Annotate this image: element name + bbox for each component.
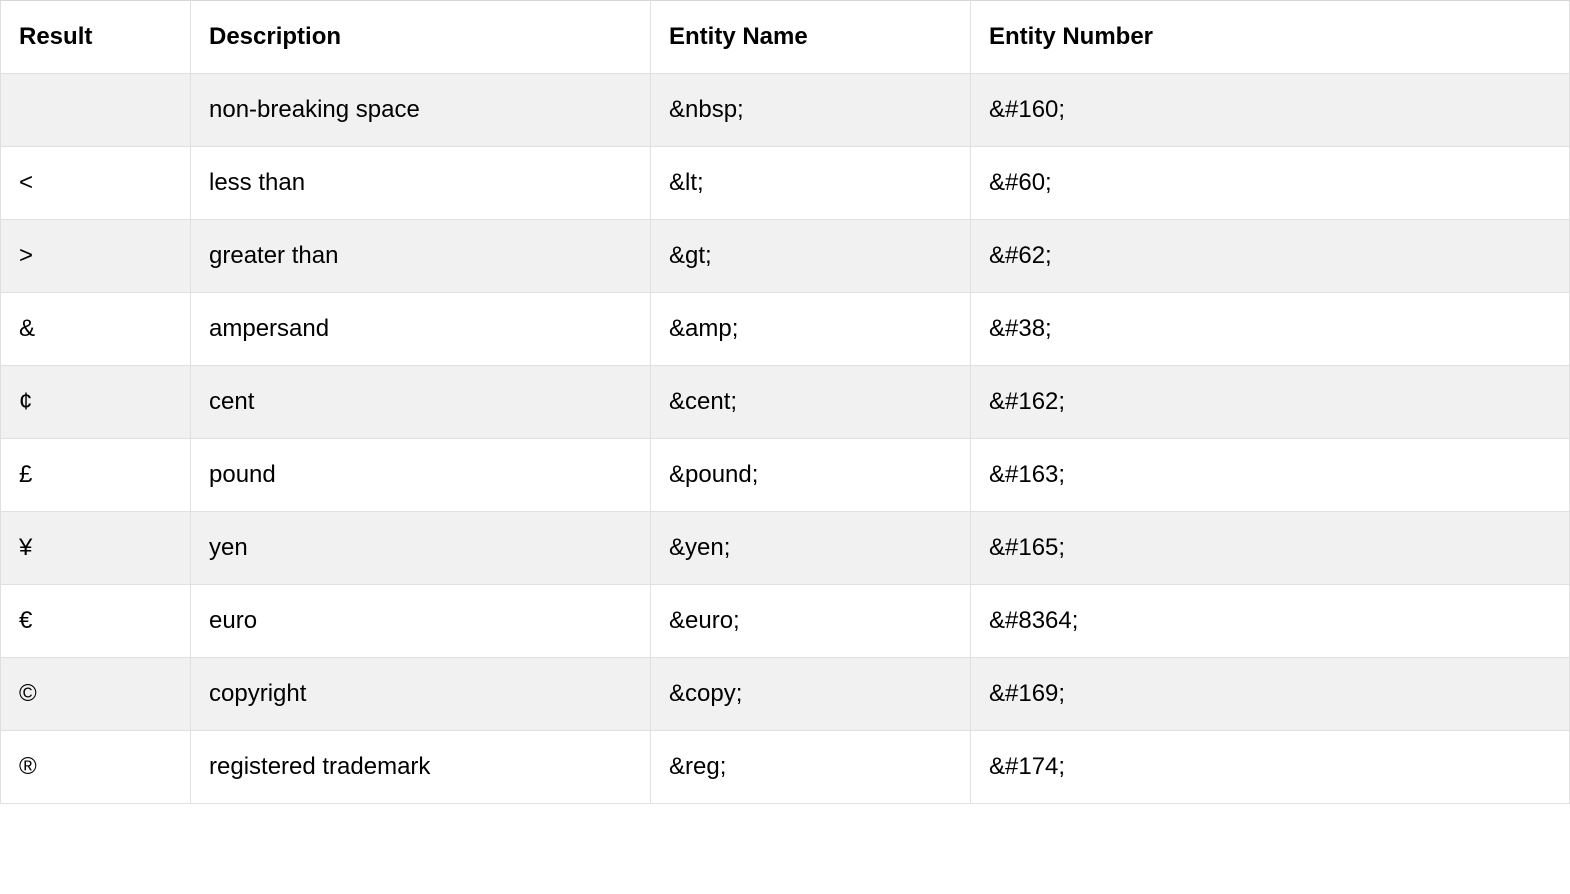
table-row: >greater than&gt;&#62; — [1, 220, 1570, 293]
table-row: <less than&lt;&#60; — [1, 147, 1570, 220]
table-row: ©copyright&copy;&#169; — [1, 658, 1570, 731]
cell-result: £ — [1, 439, 191, 512]
cell-entity-name: &amp; — [651, 293, 971, 366]
cell-result: > — [1, 220, 191, 293]
cell-entity-name: &reg; — [651, 731, 971, 804]
cell-entity-number: &#165; — [971, 512, 1570, 585]
cell-entity-number: &#174; — [971, 731, 1570, 804]
cell-entity-name: &pound; — [651, 439, 971, 512]
cell-entity-number: &#60; — [971, 147, 1570, 220]
cell-description: non-breaking space — [191, 74, 651, 147]
cell-entity-number: &#169; — [971, 658, 1570, 731]
cell-result: < — [1, 147, 191, 220]
cell-result: ® — [1, 731, 191, 804]
cell-entity-number: &#160; — [971, 74, 1570, 147]
cell-description: cent — [191, 366, 651, 439]
cell-result: ¢ — [1, 366, 191, 439]
cell-entity-number: &#8364; — [971, 585, 1570, 658]
cell-description: pound — [191, 439, 651, 512]
cell-entity-name: &nbsp; — [651, 74, 971, 147]
cell-entity-number: &#38; — [971, 293, 1570, 366]
cell-entity-name: &yen; — [651, 512, 971, 585]
cell-entity-name: &gt; — [651, 220, 971, 293]
cell-entity-number: &#162; — [971, 366, 1570, 439]
table-row: ®registered trademark&reg;&#174; — [1, 731, 1570, 804]
cell-result: ¥ — [1, 512, 191, 585]
cell-result: © — [1, 658, 191, 731]
cell-entity-number: &#62; — [971, 220, 1570, 293]
col-header-entity-name: Entity Name — [651, 1, 971, 74]
cell-description: less than — [191, 147, 651, 220]
cell-description: registered trademark — [191, 731, 651, 804]
table-row: &ampersand&amp;&#38; — [1, 293, 1570, 366]
table-row: non-breaking space&nbsp;&#160; — [1, 74, 1570, 147]
cell-entity-name: &euro; — [651, 585, 971, 658]
cell-entity-name: &cent; — [651, 366, 971, 439]
table-row: ¥yen&yen;&#165; — [1, 512, 1570, 585]
cell-entity-number: &#163; — [971, 439, 1570, 512]
cell-result: € — [1, 585, 191, 658]
table-row: £pound&pound;&#163; — [1, 439, 1570, 512]
cell-description: greater than — [191, 220, 651, 293]
cell-result: & — [1, 293, 191, 366]
cell-description: copyright — [191, 658, 651, 731]
table-row: ¢cent&cent;&#162; — [1, 366, 1570, 439]
table-row: €euro&euro;&#8364; — [1, 585, 1570, 658]
cell-entity-name: &lt; — [651, 147, 971, 220]
col-header-description: Description — [191, 1, 651, 74]
cell-result — [1, 74, 191, 147]
cell-description: yen — [191, 512, 651, 585]
col-header-result: Result — [1, 1, 191, 74]
cell-description: euro — [191, 585, 651, 658]
html-entities-table: Result Description Entity Name Entity Nu… — [0, 0, 1570, 804]
cell-description: ampersand — [191, 293, 651, 366]
table-header-row: Result Description Entity Name Entity Nu… — [1, 1, 1570, 74]
cell-entity-name: &copy; — [651, 658, 971, 731]
col-header-entity-number: Entity Number — [971, 1, 1570, 74]
